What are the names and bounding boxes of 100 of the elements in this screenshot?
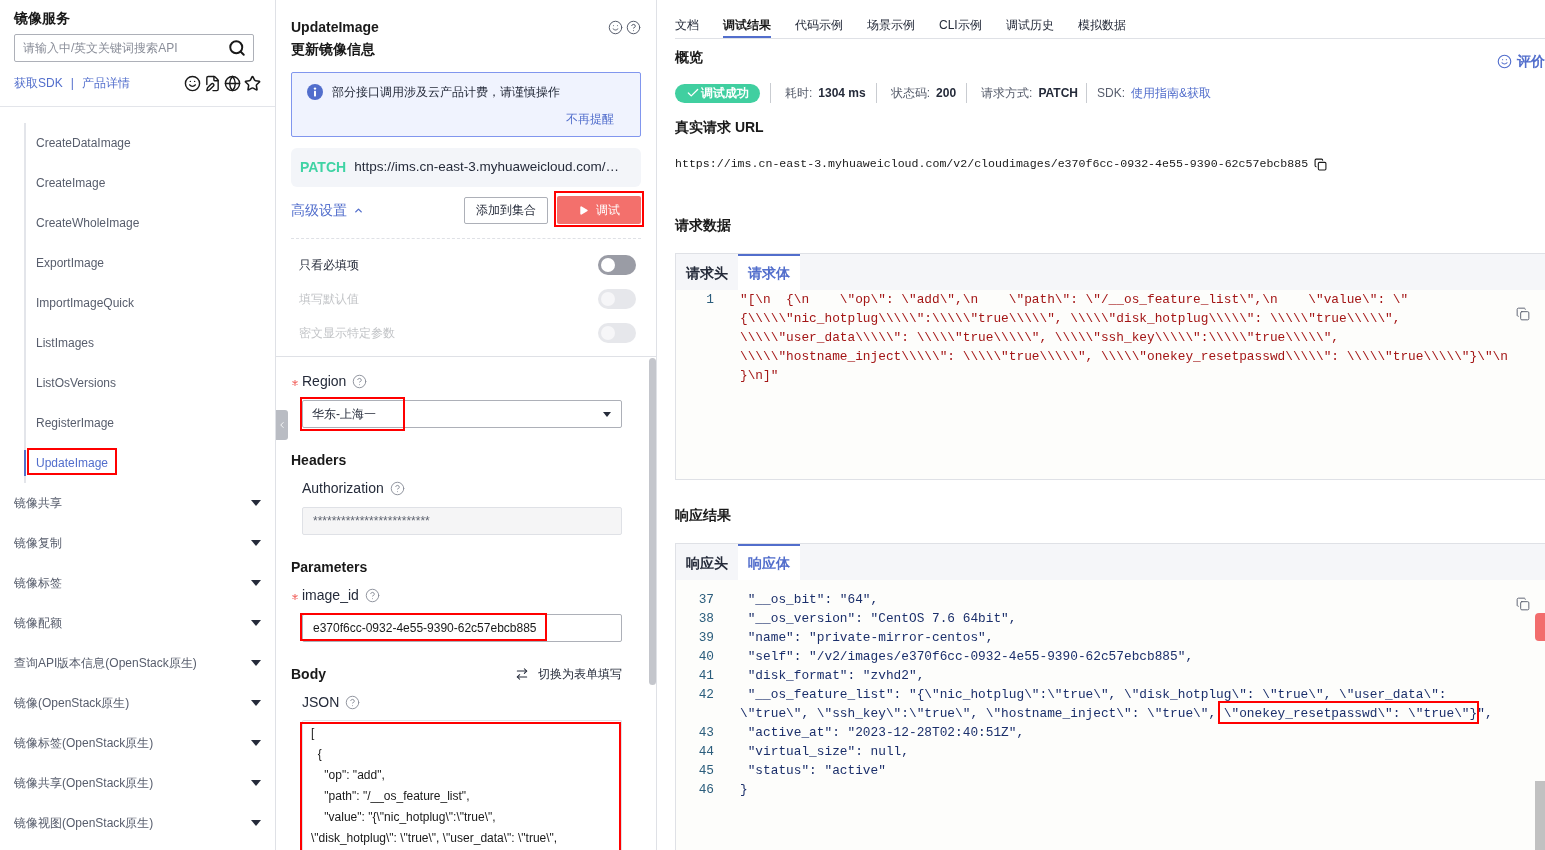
notice-text: 部分接口调用涉及云产品计费，请谨慎操作 xyxy=(332,84,560,101)
stat-value: 200 xyxy=(936,85,957,102)
tab[interactable]: 代码示例 xyxy=(795,0,843,38)
line-number: 40 xyxy=(698,649,714,664)
stat-label: 请求方式: xyxy=(981,85,1033,102)
tab[interactable]: 调试历史 xyxy=(1005,0,1054,38)
globe-icon[interactable] xyxy=(224,74,241,92)
document-pencil-icon[interactable] xyxy=(204,74,221,92)
tab[interactable]: 文档 xyxy=(675,0,699,38)
smiley-icon xyxy=(1497,53,1512,69)
sidebar-item[interactable]: ImportImageQuick xyxy=(24,290,143,316)
tab[interactable]: 模拟数据 xyxy=(1077,0,1126,38)
swap-arrows-icon xyxy=(515,667,529,681)
star-icon[interactable] xyxy=(244,74,261,92)
field-label: JSON xyxy=(302,692,340,712)
sidebar-item[interactable]: ListOsVersions xyxy=(24,370,125,396)
code-text: \\\\\"user_data\\\\\": \\\\\"true\\\\\", \\\\\"ssh_key\\\\\":\\\\\"true\\\\\", xyxy=(740,330,1339,345)
switch-form-button[interactable]: 切换为表单填写 xyxy=(515,665,622,683)
code-text: "status": "active" xyxy=(746,763,886,778)
info-icon xyxy=(307,84,323,100)
code-text: "self": "/v2/images/e370f6cc-0932-4e55-9390-62c57ebcb885", xyxy=(746,649,1194,664)
code-text: "active_at": "2023-12-28T02:40:51Z", xyxy=(746,725,1025,740)
line-number: 1 xyxy=(706,292,714,307)
sidebar-group[interactable]: 镜像标签 xyxy=(0,563,275,603)
tab[interactable]: 请求头 xyxy=(676,254,738,290)
sidebar-item[interactable]: CreateWholeImage xyxy=(24,210,148,236)
sidebar-item[interactable]: UpdateImage xyxy=(24,450,117,476)
code-text: \\\\\"hostname_inject\\\\\": \\\\\"true\\\\\", \\\\\"onekey_resetpasswd\\\\\": \\\\\"true\\\\\"}\"\n xyxy=(740,349,1508,364)
line-number: 46 xyxy=(698,782,714,797)
code-text: "name": "private-mirror-centos", xyxy=(746,630,994,645)
line-number: 38 xyxy=(698,611,714,626)
line-number: 39 xyxy=(698,630,714,645)
line-number: 37 xyxy=(698,592,714,607)
stat-value: PATCH xyxy=(1038,85,1078,102)
sidebar-item[interactable]: ExportImage xyxy=(24,250,113,276)
help-icon[interactable] xyxy=(626,19,641,35)
real-request-url: https://ims.cn-east-3.myhuaweicloud.com/v2/cloudimages/e370f6cc-0932-4e55-9390-62c57ebcb885 xyxy=(675,156,1309,173)
field-label: Region xyxy=(302,372,347,391)
line-number: 45 xyxy=(698,763,714,778)
api-subtitle: 更新镜像信息 xyxy=(291,40,376,59)
play-icon xyxy=(578,204,589,216)
sidebar-link[interactable]: 产品详情 xyxy=(81,74,130,92)
code-text: "[\n {\n \"op\": \"add\",\n \"path\": \"/__os_feature_list\",\n \"value\": \" xyxy=(740,292,1409,307)
toggle-label: 填写默认值 xyxy=(299,291,359,308)
smiley-icon[interactable] xyxy=(184,74,201,92)
field-label: image_id xyxy=(302,586,359,605)
toggle-label: 只看必填项 xyxy=(299,257,359,274)
section-title: 请求数据 xyxy=(675,216,732,235)
json-editor[interactable]: [ { "op": "add", "path": "/__os_feature_list", "value": "{\"nic_hotplug\":\"true\", \"disk_hotplug\": \"true\", \"user_data\": \"true\", xyxy=(302,720,622,850)
copy-icon[interactable] xyxy=(1314,157,1328,171)
sidebar-group[interactable]: 镜像(OpenStack原生) xyxy=(0,683,275,723)
sidebar-item[interactable]: RegisterImage xyxy=(24,410,123,436)
sidebar-group[interactable]: 镜像共享 xyxy=(0,483,275,523)
tab[interactable]: 响应头 xyxy=(676,544,738,580)
region-select[interactable]: 华东-上海一 xyxy=(302,400,622,428)
check-icon xyxy=(686,86,700,100)
help-icon[interactable] xyxy=(352,373,368,389)
dismiss-link[interactable]: 不再提醒 xyxy=(566,110,614,128)
sidebar-item[interactable]: ListImages xyxy=(24,330,103,356)
tab[interactable]: 调试结果 xyxy=(723,0,771,38)
add-to-collection-button[interactable]: 添加到集合 xyxy=(464,196,548,224)
section-title: 响应结果 xyxy=(675,506,732,525)
help-icon[interactable] xyxy=(364,587,380,603)
tab[interactable]: 场景示例 xyxy=(867,0,915,38)
sdk-guide-link[interactable]: 使用指南&获取 xyxy=(1131,84,1212,102)
sidebar-group[interactable]: 查询API版本信息(OpenStack原生) xyxy=(0,643,275,683)
scrollbar-thumb[interactable] xyxy=(649,358,656,685)
code-text: ", xyxy=(1477,706,1493,721)
code-text: "__os_feature_list": "{\"nic_hotplug\":\"true\", \"disk_hotplug\": \"true\", \"user_data\": xyxy=(746,687,1447,702)
sidebar-group[interactable]: 镜像标签(OpenStack原生) xyxy=(0,723,275,763)
search-field[interactable]: 请输入中/英文关键词搜索API xyxy=(14,34,254,62)
method-label: PATCH xyxy=(300,158,347,177)
sidebar-item[interactable]: CreateImage xyxy=(24,170,114,196)
code-text: "__os_bit": "64", xyxy=(746,592,879,607)
scrollbar-thumb[interactable] xyxy=(1535,781,1545,850)
edge-tab-icon[interactable] xyxy=(1535,613,1545,641)
sidebar-link[interactable]: 获取SDK xyxy=(14,74,63,92)
tab[interactable]: 响应体 xyxy=(738,544,800,580)
sidebar-group[interactable]: 镜像共享(OpenStack原生) xyxy=(0,763,275,803)
tab[interactable]: CLI示例 xyxy=(939,0,982,38)
feedback-button[interactable]: 评价 xyxy=(1497,51,1545,71)
request-url: https://ims.cn-east-3.myhuaweicloud.com/… xyxy=(354,158,619,177)
section-title: Body xyxy=(291,664,326,684)
toggle-switch[interactable] xyxy=(598,255,636,275)
sidebar-group[interactable]: 镜像配额 xyxy=(0,603,275,643)
sidebar-group[interactable]: 镜像视图(OpenStack原生) xyxy=(0,803,275,843)
sidebar-item[interactable]: CreateDataImage xyxy=(24,130,139,156)
advanced-settings-toggle[interactable]: 高级设置 xyxy=(291,199,364,221)
tab[interactable]: 请求体 xyxy=(738,254,800,290)
search-icon[interactable] xyxy=(228,39,246,57)
sidebar-group[interactable]: 镜像复制 xyxy=(0,523,275,563)
code-text: "__os_version": "CentOS 7.6 64bit", xyxy=(746,611,1017,626)
field-label: Authorization xyxy=(302,479,384,498)
line-number: 43 xyxy=(698,725,714,740)
code-text: }\n]" xyxy=(740,368,779,383)
line-number: 42 xyxy=(698,687,714,702)
help-icon[interactable] xyxy=(345,694,361,710)
help-icon[interactable] xyxy=(389,480,405,496)
section-title: Parameters xyxy=(291,558,369,577)
stat-label: 耗时: xyxy=(785,85,813,102)
